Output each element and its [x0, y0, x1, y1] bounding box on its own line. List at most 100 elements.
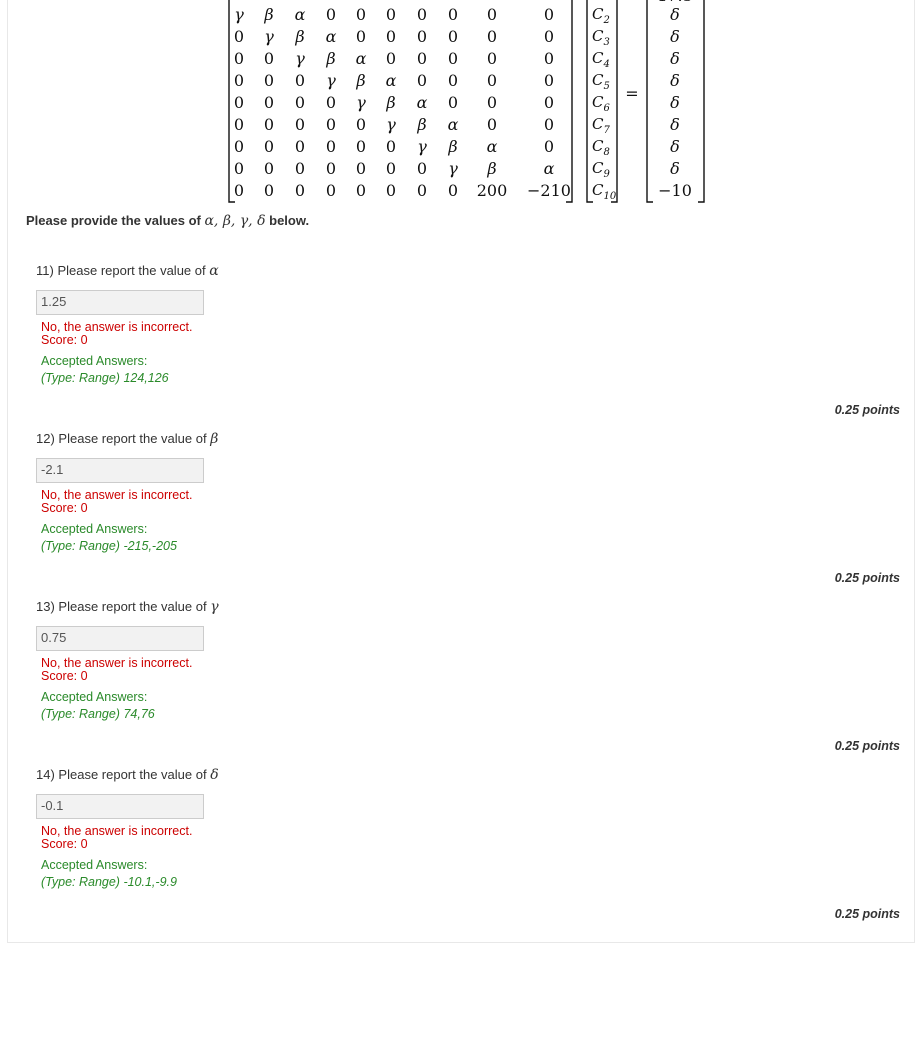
unknown-vector-entry: C10 [592, 181, 617, 202]
matrix-cell: 0 [417, 5, 427, 24]
accepted-label: Accepted Answers: [41, 522, 148, 536]
question-number: 11) [36, 263, 54, 278]
matrix-cell: 0 [487, 115, 497, 134]
accepted-label: Accepted Answers: [41, 690, 148, 704]
matrix-cell: β [486, 159, 496, 178]
matrix-cell: 0 [448, 71, 458, 90]
score-text: Score: 0 [41, 501, 88, 515]
question-panel: γβα00000000γβα00000000γβα00000000γβα0000… [7, 0, 915, 943]
matrix-cell: 0 [544, 115, 554, 134]
matrix-cell: α [448, 115, 459, 134]
unknown-vector-entry: C5 [592, 71, 610, 92]
question-text: Please report the value of [58, 599, 211, 614]
matrix-cell: 0 [417, 27, 427, 46]
unknown-vector-entry: C4 [592, 49, 610, 70]
unknown-vector-entry: C2 [592, 5, 610, 26]
rhs-vector-entry: δ [670, 5, 680, 24]
matrix-cell: 0 [234, 181, 244, 200]
matrix-cell: α [487, 137, 498, 156]
points-label: 0.25 points [834, 739, 900, 753]
matrix-cell: α [356, 49, 367, 68]
matrix-cell: 0 [448, 27, 458, 46]
answer-input[interactable]: -2.1 [36, 458, 204, 483]
question-label: 12) Please report the value of β [36, 431, 916, 447]
unknown-vector-entry: C7 [592, 115, 610, 136]
question-number: 13) [36, 599, 55, 614]
matrix-cell: 0 [487, 5, 497, 24]
question-14: 14) Please report the value of δ -0.1 No… [36, 767, 916, 891]
answer-input[interactable]: 1.25 [36, 290, 204, 315]
accepted-answers: Accepted Answers: (Type: Range) -10.1,-9… [41, 857, 916, 891]
matrix-cell: 0 [264, 115, 274, 134]
question-symbol: γ [210, 599, 219, 615]
matrix-cell: β [325, 49, 335, 68]
matrix-cell: α [386, 71, 397, 90]
matrix-cell: α [295, 5, 306, 24]
matrix-cell: 0 [356, 27, 366, 46]
rhs-left-bracket [646, 0, 653, 203]
feedback: No, the answer is incorrect. Score: 0 Ac… [36, 825, 916, 891]
matrix-cell: 0 [386, 181, 396, 200]
rhs-vector-entry: δ [670, 137, 680, 156]
matrix-cell: β [385, 93, 395, 112]
matrix-cell: 0 [448, 49, 458, 68]
matrix-cell: 0 [417, 181, 427, 200]
matrix-cell: 0 [295, 181, 305, 200]
matrix-cell: 0 [264, 93, 274, 112]
matrix-cell: 0 [234, 137, 244, 156]
question-text: Please report the value of [58, 431, 211, 446]
prompt-symbols: α, β, γ, δ [204, 213, 266, 229]
answer-input[interactable]: 0.75 [36, 626, 204, 651]
matrix-cell: 0 [326, 137, 336, 156]
matrix-cell: 0 [356, 137, 366, 156]
matrix-cell: 0 [544, 71, 554, 90]
matrix-cell: 0 [487, 71, 497, 90]
accepted-answers: Accepted Answers: (Type: Range) 124,126 [41, 353, 916, 387]
matrix-cell: 0 [234, 49, 244, 68]
question-symbol: α [209, 263, 219, 279]
question-text: Please report the value of [57, 263, 210, 278]
matrix-cell: 0 [487, 93, 497, 112]
matrix-right-bracket [566, 0, 573, 203]
rhs-vector-entry: δ [670, 27, 680, 46]
score-text: Score: 0 [41, 333, 88, 347]
matrix-cell: γ [295, 49, 305, 68]
matrix-cell: 0 [386, 159, 396, 178]
matrix-cell: 0 [326, 115, 336, 134]
matrix-cell: γ [417, 137, 427, 156]
matrix-cell: 0 [264, 71, 274, 90]
matrix-cell: 0 [448, 5, 458, 24]
matrix-cell: 0 [295, 159, 305, 178]
incorrect-message: No, the answer is incorrect. [41, 320, 193, 334]
unknown-vector-entry: C6 [592, 93, 610, 114]
equals-sign: = [625, 84, 638, 103]
incorrect-message: No, the answer is incorrect. [41, 488, 193, 502]
matrix-cell: γ [326, 71, 336, 90]
matrix-cell: 0 [295, 115, 305, 134]
question-13: 13) Please report the value of γ 0.75 No… [36, 599, 916, 723]
matrix-cell: 0 [234, 93, 244, 112]
matrix-equation-image: γβα00000000γβα00000000γβα00000000γβα0000… [222, 0, 718, 208]
rhs-vector-entry: δ [670, 93, 680, 112]
matrix-cell: 0 [356, 159, 366, 178]
answer-input[interactable]: -0.1 [36, 794, 204, 819]
question-symbol: δ [210, 767, 219, 783]
question-12: 12) Please report the value of β -2.1 No… [36, 431, 916, 555]
points-label: 0.25 points [834, 571, 900, 585]
unknown-vector-entry: C8 [592, 137, 610, 158]
vector-right-bracket [611, 0, 618, 203]
matrix-cell: β [355, 71, 365, 90]
accepted-range: (Type: Range) -10.1,-9.9 [41, 875, 177, 889]
matrix-cell: 0 [264, 159, 274, 178]
matrix-cell: 0 [326, 181, 336, 200]
score-text: Score: 0 [41, 669, 88, 683]
matrix-cell: 0 [234, 27, 244, 46]
matrix-cell: β [263, 5, 273, 24]
matrix-cell: 0 [356, 181, 366, 200]
matrix-cell: 0 [386, 49, 396, 68]
matrix-cell: γ [264, 27, 274, 46]
matrix-cell: 0 [386, 27, 396, 46]
matrix-cell: 0 [326, 159, 336, 178]
question-11: 11) Please report the value of α 1.25 No… [36, 263, 916, 387]
question-label: 11) Please report the value of α [36, 263, 916, 279]
